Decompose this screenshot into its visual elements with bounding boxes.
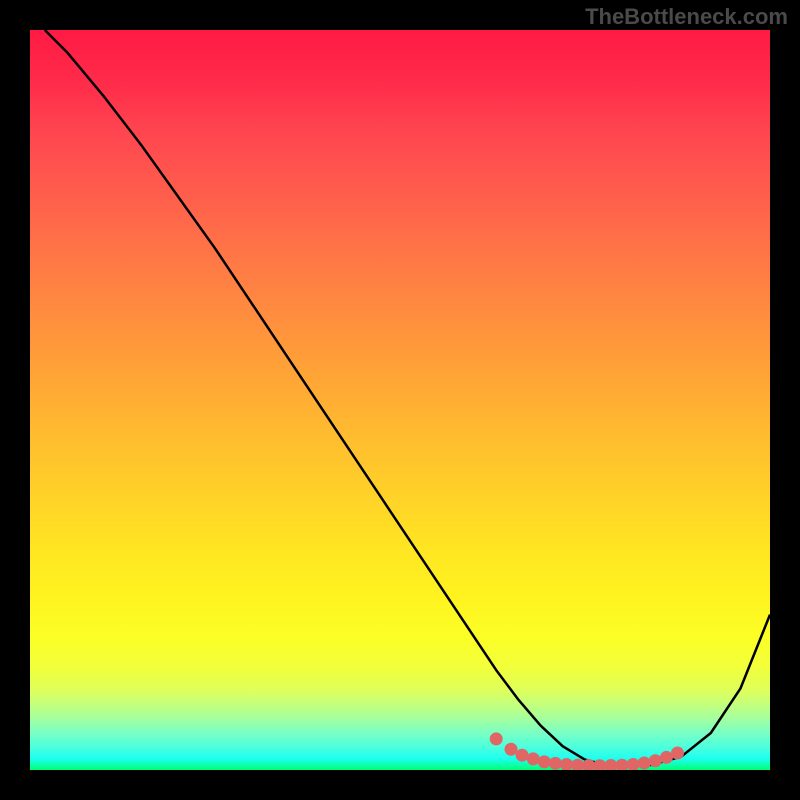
optimal-marker (490, 732, 503, 745)
chart-svg (30, 30, 770, 770)
optimal-marker (571, 759, 584, 770)
bottleneck-curve-path (45, 30, 770, 766)
optimal-marker (627, 758, 640, 770)
optimal-marker (616, 759, 629, 770)
optimal-marker (593, 759, 606, 770)
curve-group (45, 30, 770, 766)
optimal-marker (671, 746, 684, 759)
optimal-marker (560, 758, 573, 770)
optimal-marker (549, 757, 562, 770)
optimal-marker (505, 743, 518, 756)
optimal-marker (538, 755, 551, 768)
watermark-text: TheBottleneck.com (585, 4, 788, 30)
optimal-marker (604, 759, 617, 770)
plot-area (30, 30, 770, 770)
optimal-marker (649, 754, 662, 767)
optimal-marker (638, 756, 651, 769)
marker-group (490, 732, 684, 770)
optimal-marker (527, 752, 540, 765)
optimal-marker (660, 751, 673, 764)
optimal-marker (516, 749, 529, 762)
